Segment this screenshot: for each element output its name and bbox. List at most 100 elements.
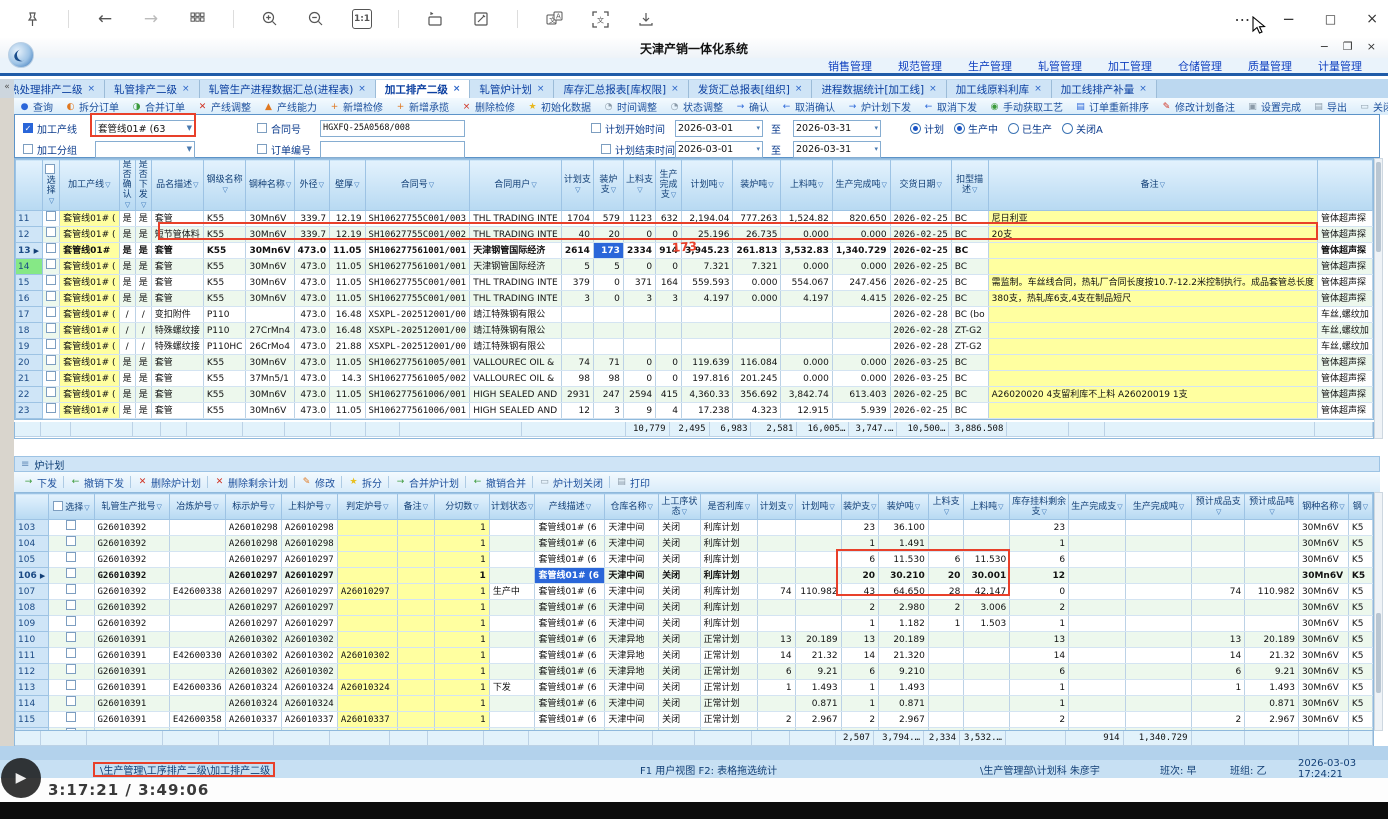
tab-close-icon[interactable]: ×	[537, 84, 545, 94]
line-filter-dropdown[interactable]: 套管线01# (63▼	[95, 120, 195, 137]
select-all-header[interactable]: 选择▽	[43, 160, 60, 211]
tab-close-icon[interactable]: ×	[1034, 84, 1042, 94]
tab-close-icon[interactable]: ×	[1139, 84, 1147, 94]
toolbar-button[interactable]: ✕删除剩余计划	[209, 475, 293, 490]
start-to-date[interactable]: 2026-03-31▾	[793, 120, 881, 137]
window-minimize-icon[interactable]: −	[1320, 40, 1329, 53]
row-select[interactable]	[43, 339, 60, 355]
column-header[interactable]: 计划吨▽	[682, 160, 733, 211]
more-icon[interactable]: ⋯	[1234, 10, 1252, 29]
tab-close-icon[interactable]: ×	[358, 84, 366, 94]
window-close-icon[interactable]: ×	[1367, 40, 1376, 53]
table-row[interactable]: 21套管线01# (是是套管K5537Mn5/1473.014.3SH10627…	[16, 371, 1373, 387]
tab[interactable]: 轧管排产二级×	[105, 80, 200, 98]
menu-item[interactable]: 轧管管理	[1038, 58, 1082, 74]
toolbar-button[interactable]: ▣设置完成	[1242, 99, 1306, 114]
column-header[interactable]: 上料支▽	[623, 160, 655, 211]
toolbar-button[interactable]: ★拆分	[343, 475, 387, 490]
row-select[interactable]	[43, 291, 60, 307]
toolbar-button[interactable]: ←取消下发	[918, 99, 982, 114]
column-header[interactable]: 备注▽	[988, 160, 1317, 211]
column-header[interactable]: 外径▽	[294, 160, 329, 211]
line-filter-checkbox[interactable]: ✓	[23, 123, 33, 133]
table-row[interactable]: 115G26010391E42600358A26010337A26010337A…	[16, 712, 1373, 728]
column-header[interactable]: 合同用户▽	[470, 160, 562, 211]
toolbar-button[interactable]: ✎修改	[296, 475, 340, 490]
state-radio[interactable]: 关闭A	[1062, 121, 1103, 136]
column-header[interactable]: 计划支▽	[758, 494, 795, 520]
tab[interactable]: 加工排产二级×	[376, 80, 471, 98]
row-select[interactable]	[49, 680, 94, 696]
start-time-checkbox[interactable]	[591, 123, 601, 133]
toolbar-button[interactable]: +新增检修	[324, 99, 388, 114]
column-header[interactable]: 仓库名称▽	[605, 494, 659, 520]
column-header[interactable]: 交货日期▽	[890, 160, 951, 211]
tab[interactable]: 加工线原料利库×	[947, 80, 1052, 98]
rotate-icon[interactable]	[425, 9, 445, 29]
row-select[interactable]	[49, 696, 94, 712]
close-icon[interactable]: ×	[1366, 11, 1378, 27]
menu-item[interactable]: 销售管理	[828, 58, 872, 74]
row-select[interactable]	[43, 275, 60, 291]
zoom-out-icon[interactable]	[306, 9, 326, 29]
row-select[interactable]	[49, 568, 94, 584]
start-from-date[interactable]: 2026-03-01▾	[675, 120, 763, 137]
translate-icon[interactable]: 文A	[544, 9, 564, 29]
forward-icon[interactable]: →	[141, 9, 161, 29]
column-header[interactable]: 分切数▽	[435, 494, 490, 520]
row-select[interactable]	[43, 243, 60, 259]
tab[interactable]: 热处理排产二级×	[0, 80, 105, 98]
column-header[interactable]: 装炉支▽	[841, 494, 878, 520]
column-header[interactable]: 扣型描述▽	[951, 160, 988, 211]
column-header[interactable]	[1317, 160, 1372, 211]
back-icon[interactable]: ←	[95, 9, 115, 29]
row-select[interactable]	[43, 355, 60, 371]
column-header[interactable]: 是否利库▽	[700, 494, 758, 520]
column-header[interactable]: 上料吨▽	[964, 494, 1010, 520]
row-select[interactable]	[43, 403, 60, 419]
end-from-date[interactable]: 2026-03-01▾	[675, 141, 763, 158]
toolbar-button[interactable]: ✕产线调整	[192, 99, 256, 114]
column-header[interactable]: 装炉吨▽	[733, 160, 781, 211]
plan-table-scrollbar[interactable]	[1374, 158, 1383, 439]
row-select[interactable]	[43, 307, 60, 323]
tab[interactable]: 轧管生产进程数据汇总(进程表)×	[200, 80, 376, 98]
table-row[interactable]: 22套管线01# (是是套管K5530Mn6V473.011.05SH10627…	[16, 387, 1373, 403]
tab[interactable]: 库存汇总报表[库权限]×	[554, 80, 688, 98]
group-filter-checkbox[interactable]	[23, 144, 33, 154]
column-header[interactable]: 上工序状态▽	[659, 494, 701, 520]
window-restore-icon[interactable]: ❐	[1343, 40, 1353, 53]
table-row[interactable]: 14套管线01# (是是套管K5530Mn6V473.011.05SH10627…	[16, 259, 1373, 275]
column-header[interactable]: 壁厚▽	[330, 160, 365, 211]
column-header[interactable]: 钢种名称▽	[246, 160, 294, 211]
column-header[interactable]: 钢▽	[1348, 494, 1372, 520]
menu-item[interactable]: 质量管理	[1248, 58, 1292, 74]
toolbar-button[interactable]: →合并炉计划	[390, 475, 464, 490]
row-select[interactable]	[43, 419, 60, 421]
tab-close-icon[interactable]: ×	[88, 84, 96, 94]
column-header[interactable]: 预计成品吨▽	[1245, 494, 1299, 520]
toolbar-button[interactable]: ▤订单重新排序	[1070, 99, 1154, 114]
toolbar-button[interactable]: ▭炉计划关闭	[534, 475, 608, 490]
toolbar-button[interactable]: ▭关闭	[1354, 99, 1388, 114]
tab-close-icon[interactable]: ×	[453, 84, 461, 94]
select-all-header[interactable]: 选择▽	[49, 494, 94, 520]
zoom-in-icon[interactable]	[260, 9, 280, 29]
state-radio[interactable]: 已生产	[1008, 121, 1052, 136]
column-header[interactable]: 合同号▽	[365, 160, 470, 211]
state-radio[interactable]: 生产中	[954, 121, 998, 136]
table-row[interactable]: 111G26010391E42600330A26010302A26010302A…	[16, 648, 1373, 664]
column-header[interactable]: 是否下发▽	[135, 160, 151, 211]
table-row[interactable]: 105G26010392A26010297A260102971套管线01# (6…	[16, 552, 1373, 568]
table-row[interactable]: 103G26010392A26010298A260102981套管线01# (6…	[16, 520, 1373, 536]
column-header[interactable]: 装炉支▽	[593, 160, 623, 211]
table-row[interactable]: 109G26010392A26010297A260102971套管线01# (6…	[16, 616, 1373, 632]
row-select[interactable]	[43, 371, 60, 387]
row-select[interactable]	[43, 387, 60, 403]
edit-icon[interactable]	[471, 9, 491, 29]
tab[interactable]: 加工线排产补量×	[1052, 80, 1157, 98]
table-row[interactable]: 11套管线01# (是是套管K5530Mn6V339.712.19SH10627…	[16, 211, 1373, 227]
toolbar-button[interactable]: ◔时间调整	[598, 99, 662, 114]
table-row[interactable]: 24套管线01# (//套管K5530Mn6V473.011.05SH10627…	[16, 419, 1373, 421]
column-header[interactable]: 加工产线▽	[60, 160, 119, 211]
